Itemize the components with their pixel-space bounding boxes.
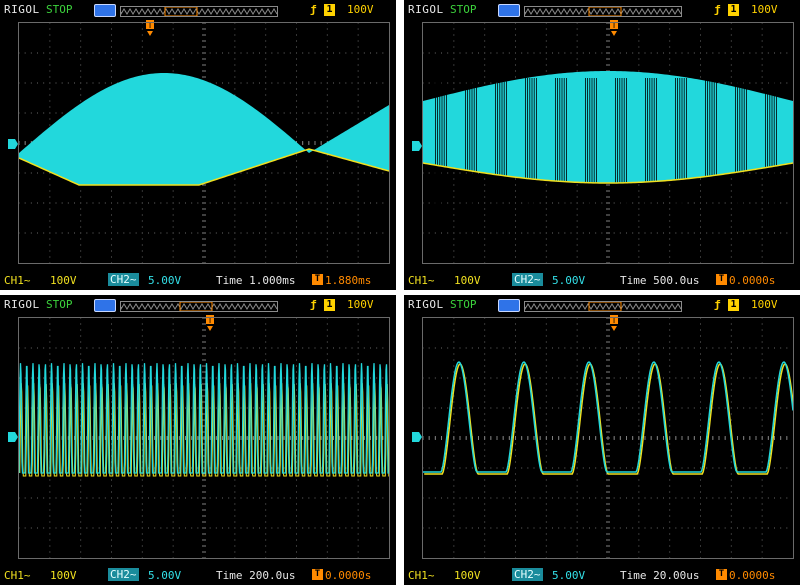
usb-storage-icon bbox=[94, 299, 116, 312]
trigger-source-badge: 1 bbox=[728, 299, 739, 311]
usb-storage-icon bbox=[498, 4, 520, 17]
ch2-label[interactable]: CH2~ bbox=[108, 568, 139, 581]
top-status-bar: RIGOL STOP ƒ 1 100V bbox=[404, 295, 800, 315]
edge-trigger-icon: ƒ bbox=[714, 3, 721, 16]
ch2-label[interactable]: CH2~ bbox=[512, 273, 543, 286]
brand-label: RIGOL bbox=[408, 298, 444, 311]
channel-ground-marker-icon[interactable] bbox=[412, 141, 422, 151]
channel-ground-marker-icon[interactable] bbox=[8, 432, 18, 442]
ch2-scale: 5.00V bbox=[148, 569, 182, 582]
ch1-scale: 100V bbox=[454, 569, 481, 582]
usb-storage-icon bbox=[498, 299, 520, 312]
timebase-readout: Time 1.000ms bbox=[216, 274, 296, 287]
ch1-scale: 100V bbox=[454, 274, 481, 287]
ch2-waveform bbox=[19, 73, 389, 185]
ch1-label[interactable]: CH1~ bbox=[408, 274, 435, 287]
ch1-label[interactable]: CH1~ bbox=[4, 274, 31, 287]
trigger-source-badge: 1 bbox=[324, 299, 335, 311]
memory-wave bbox=[525, 303, 681, 310]
memory-depth-strip bbox=[120, 6, 278, 17]
trigger-level: 100V bbox=[347, 298, 374, 311]
scope-screen-20us: RIGOL STOP ƒ 1 100V T CH1~ 100V CH2~ 5.0… bbox=[404, 295, 800, 585]
trigger-source-badge: 1 bbox=[728, 4, 739, 16]
bottom-status-bar: CH1~ 100V CH2~ 5.00V Time 500.0us T 0.00… bbox=[404, 270, 800, 290]
trigger-source-badge: 1 bbox=[324, 4, 335, 16]
run-status[interactable]: STOP bbox=[46, 298, 73, 311]
scope-screen-1ms: RIGOL STOP ƒ 1 100V T CH1~ 100V CH2~ 5.0… bbox=[0, 0, 396, 290]
trigger-level: 100V bbox=[751, 3, 778, 16]
ch2-scale: 5.00V bbox=[552, 569, 586, 582]
ch2-label[interactable]: CH2~ bbox=[512, 568, 543, 581]
ch2-scale: 5.00V bbox=[148, 274, 182, 287]
run-status[interactable]: STOP bbox=[46, 3, 73, 16]
scope-screen-500us: RIGOL STOP ƒ 1 100V T CH1~ 100V CH2~ 5.0… bbox=[404, 0, 800, 290]
trigger-level: 100V bbox=[347, 3, 374, 16]
ch2-waveform bbox=[19, 363, 389, 474]
memory-depth-strip bbox=[120, 301, 278, 312]
waveform-grid bbox=[422, 317, 794, 559]
brand-label: RIGOL bbox=[4, 298, 40, 311]
trigger-offset-icon: T bbox=[716, 274, 727, 285]
memory-wave bbox=[121, 303, 277, 310]
timebase-readout: Time 200.0us bbox=[216, 569, 296, 582]
trigger-offset-icon: T bbox=[312, 569, 323, 580]
ch2-scale: 5.00V bbox=[552, 274, 586, 287]
ch1-scale: 100V bbox=[50, 274, 77, 287]
ch1-label[interactable]: CH1~ bbox=[4, 569, 31, 582]
top-status-bar: RIGOL STOP ƒ 1 100V bbox=[0, 295, 396, 315]
ch1-scale: 100V bbox=[50, 569, 77, 582]
waveform-grid bbox=[18, 22, 390, 264]
edge-trigger-icon: ƒ bbox=[310, 3, 317, 16]
memory-wave bbox=[121, 8, 277, 15]
brand-label: RIGOL bbox=[4, 3, 40, 16]
ch2-label[interactable]: CH2~ bbox=[108, 273, 139, 286]
trigger-offset-icon: T bbox=[312, 274, 323, 285]
trigger-offset-readout: 0.0000s bbox=[729, 569, 776, 582]
bottom-status-bar: CH1~ 100V CH2~ 5.00V Time 200.0us T 0.00… bbox=[0, 565, 396, 585]
brand-label: RIGOL bbox=[408, 3, 444, 16]
run-status[interactable]: STOP bbox=[450, 3, 477, 16]
trigger-offset-readout: 1.880ms bbox=[325, 274, 372, 287]
memory-wave bbox=[525, 8, 681, 15]
edge-trigger-icon: ƒ bbox=[310, 298, 317, 311]
memory-depth-strip bbox=[524, 6, 682, 17]
memory-depth-strip bbox=[524, 301, 682, 312]
waveform-grid bbox=[422, 22, 794, 264]
usb-storage-icon bbox=[94, 4, 116, 17]
bottom-status-bar: CH1~ 100V CH2~ 5.00V Time 20.00us T 0.00… bbox=[404, 565, 800, 585]
top-status-bar: RIGOL STOP ƒ 1 100V bbox=[404, 0, 800, 20]
trigger-offset-readout: 0.0000s bbox=[729, 274, 776, 287]
run-status[interactable]: STOP bbox=[450, 298, 477, 311]
channel-ground-marker-icon[interactable] bbox=[8, 139, 18, 149]
ch1-label[interactable]: CH1~ bbox=[408, 569, 435, 582]
channel-ground-marker-icon[interactable] bbox=[412, 432, 422, 442]
ch1-waveform bbox=[424, 363, 793, 475]
timebase-readout: Time 20.00us bbox=[620, 569, 700, 582]
trigger-offset-readout: 0.0000s bbox=[325, 569, 372, 582]
edge-trigger-icon: ƒ bbox=[714, 298, 721, 311]
waveform-grid bbox=[18, 317, 390, 559]
bottom-status-bar: CH1~ 100V CH2~ 5.00V Time 1.000ms T 1.88… bbox=[0, 270, 396, 290]
trigger-offset-icon: T bbox=[716, 569, 727, 580]
scope-screen-200us: RIGOL STOP ƒ 1 100V T CH1~ 100V CH2~ 5.0… bbox=[0, 295, 396, 585]
top-status-bar: RIGOL STOP ƒ 1 100V bbox=[0, 0, 396, 20]
trigger-level: 100V bbox=[751, 298, 778, 311]
timebase-readout: Time 500.0us bbox=[620, 274, 700, 287]
